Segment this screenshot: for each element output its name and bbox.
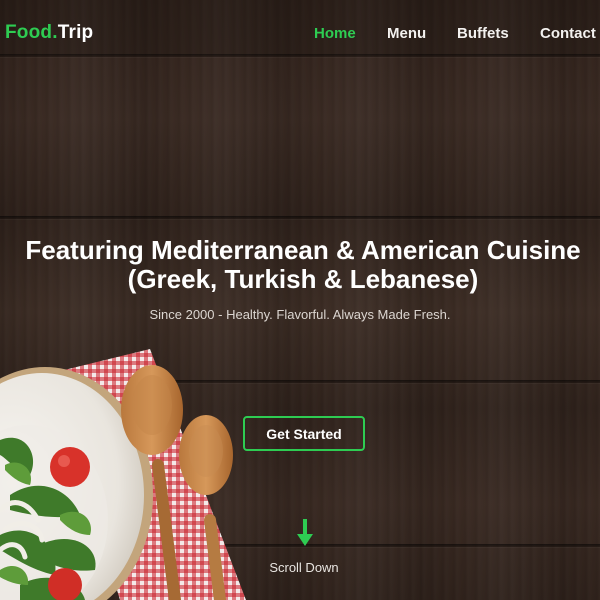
hero-headline: Featuring Mediterranean & American Cuisi… — [25, 235, 581, 294]
nav-link-menu[interactable]: Menu — [387, 25, 426, 42]
tomato — [50, 447, 90, 487]
scroll-down-label[interactable]: Scroll Down — [0, 560, 600, 575]
navbar: Food.Trip Home Menu Buffets Contact — [0, 0, 600, 54]
arrow-down-icon[interactable] — [295, 519, 315, 547]
nav-link-buffets[interactable]: Buffets — [457, 25, 509, 42]
hero-background: Food.Trip Home Menu Buffets Contact Feat… — [0, 0, 600, 600]
main-nav: Home Menu Buffets Contact — [0, 25, 600, 45]
hero-subline: Since 2000 - Healthy. Flavorful. Always … — [149, 307, 451, 322]
nav-link-home[interactable]: Home — [314, 25, 356, 42]
get-started-button[interactable]: Get Started — [243, 416, 365, 451]
nav-link-contact[interactable]: Contact — [540, 25, 596, 42]
